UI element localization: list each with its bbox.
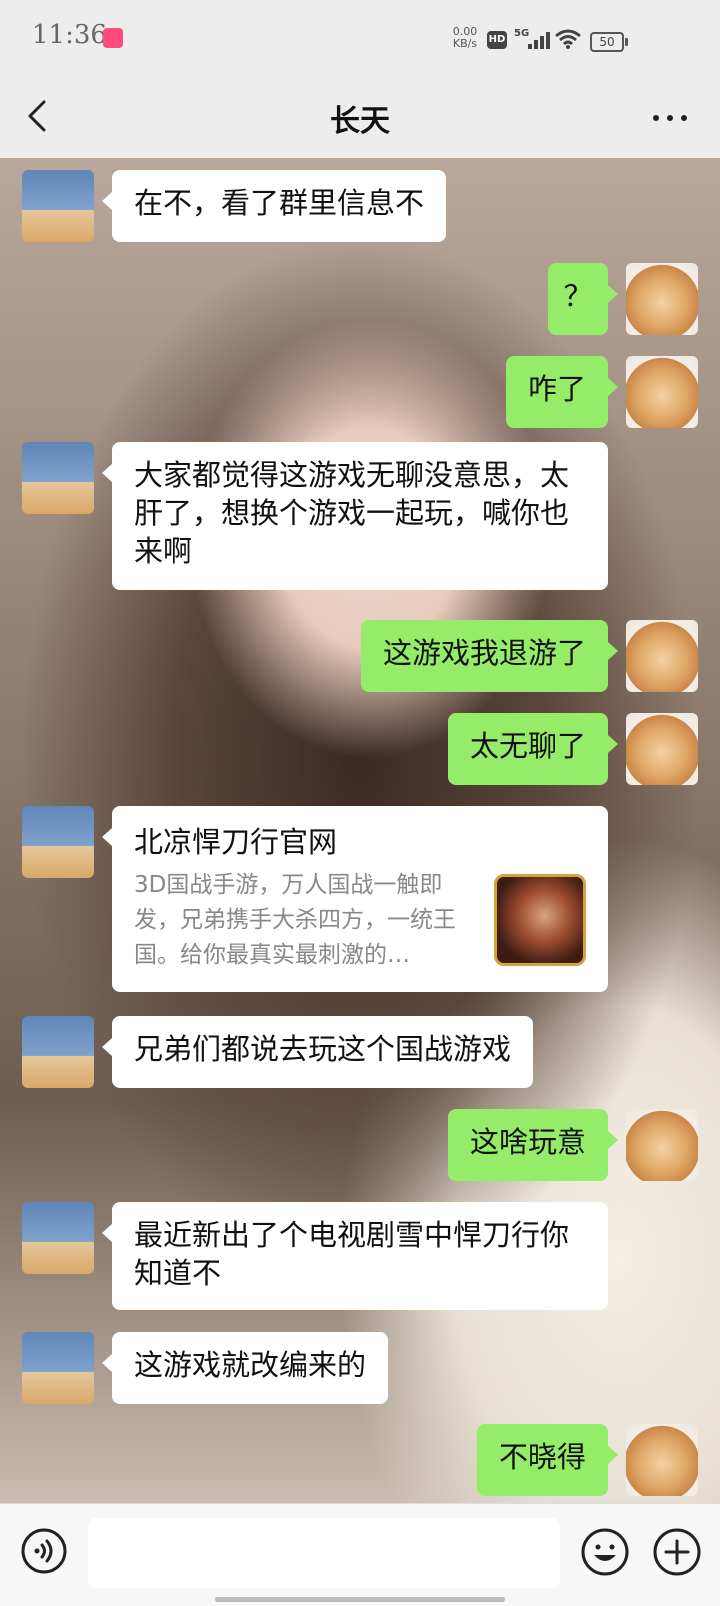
- network-speed: 0.00 KB/s: [450, 26, 480, 50]
- status-bar: 11:36 0.00 KB/s HD 5G 50: [0, 0, 720, 78]
- voice-input-icon[interactable]: [20, 1527, 68, 1575]
- received-message-bubble[interactable]: 最近新出了个电视剧雪中悍刀行你知道不: [102, 1202, 608, 1310]
- contact-avatar[interactable]: [22, 1332, 94, 1404]
- status-time: 11:36: [32, 20, 107, 50]
- app-notification-icon: [103, 28, 123, 48]
- message-row: 兄弟们都说去玩这个国战游戏: [0, 1016, 720, 1088]
- my-avatar[interactable]: [626, 356, 698, 428]
- message-row: 这游戏就改编来的: [0, 1332, 720, 1404]
- link-card-description: 3D国战手游，万人国战一触即发，兄弟携手大杀四方，一统王国。给你最真实最刺激的…: [134, 872, 456, 968]
- link-card-thumbnail: [494, 874, 586, 966]
- received-message-bubble[interactable]: 在不，看了群里信息不: [101, 170, 447, 242]
- message-row: ？: [0, 263, 720, 335]
- link-card[interactable]: 北凉悍刀行官网 3D国战手游，万人国战一触即发，兄弟携手大杀四方，一统王国。给你…: [102, 806, 608, 992]
- sent-message-bubble[interactable]: 太无聊了: [447, 713, 619, 785]
- chat-header: 长天: [0, 78, 720, 158]
- battery-icon: 50: [590, 32, 628, 52]
- message-row: 这啥玩意: [0, 1109, 720, 1181]
- chat-input-bar: [0, 1503, 720, 1606]
- my-avatar[interactable]: [626, 1424, 698, 1496]
- message-row: 不晓得: [0, 1424, 720, 1496]
- message-row: 大家都觉得这游戏无聊没意思，太肝了，想换个游戏一起玩，喊你也来啊: [0, 442, 720, 590]
- signal-icon: 5G: [514, 28, 550, 49]
- chat-title: 长天: [330, 104, 390, 139]
- received-message-bubble[interactable]: 这游戏就改编来的: [101, 1332, 389, 1404]
- link-card-title: 北凉悍刀行官网: [134, 825, 338, 859]
- more-dots-icon[interactable]: [650, 108, 690, 128]
- emoji-icon[interactable]: [580, 1527, 630, 1577]
- my-avatar[interactable]: [626, 1109, 698, 1181]
- message-row: 最近新出了个电视剧雪中悍刀行你知道不: [0, 1202, 720, 1310]
- message-input[interactable]: [88, 1518, 560, 1588]
- my-avatar[interactable]: [626, 713, 698, 785]
- received-message-bubble[interactable]: 大家都觉得这游戏无聊没意思，太肝了，想换个游戏一起玩，喊你也来啊: [102, 442, 608, 590]
- message-row: 这游戏我退游了: [0, 620, 720, 692]
- contact-avatar[interactable]: [22, 1202, 94, 1274]
- message-row: 北凉悍刀行官网 3D国战手游，万人国战一触即发，兄弟携手大杀四方，一统王国。给你…: [0, 806, 720, 992]
- sent-message-bubble[interactable]: 这啥玩意: [447, 1109, 619, 1181]
- network-type: 5G: [514, 28, 529, 39]
- sent-message-bubble[interactable]: ？: [548, 263, 618, 335]
- message-row: 咋了: [0, 356, 720, 428]
- hd-icon: HD: [487, 31, 507, 49]
- contact-avatar[interactable]: [22, 1016, 94, 1088]
- sent-message-bubble[interactable]: 咋了: [505, 356, 619, 428]
- received-message-bubble[interactable]: 兄弟们都说去玩这个国战游戏: [101, 1016, 534, 1088]
- contact-avatar[interactable]: [22, 442, 94, 514]
- message-row: 在不，看了群里信息不: [0, 170, 720, 242]
- wifi-icon: [555, 29, 581, 49]
- sent-message-bubble[interactable]: 这游戏我退游了: [360, 620, 619, 692]
- contact-avatar[interactable]: [22, 170, 94, 242]
- message-row: 太无聊了: [0, 713, 720, 785]
- home-indicator[interactable]: [215, 1597, 505, 1602]
- plus-icon[interactable]: [652, 1527, 702, 1577]
- chat-message-list[interactable]: 在不，看了群里信息不 ？ 咋了 大家都觉得这游戏无聊没意思，太肝了，想换个游戏一…: [0, 158, 720, 1503]
- contact-avatar[interactable]: [22, 806, 94, 878]
- network-speed-unit: KB/s: [452, 37, 478, 50]
- my-avatar[interactable]: [626, 263, 698, 335]
- my-avatar[interactable]: [626, 620, 698, 692]
- sent-message-bubble[interactable]: 不晓得: [476, 1424, 619, 1496]
